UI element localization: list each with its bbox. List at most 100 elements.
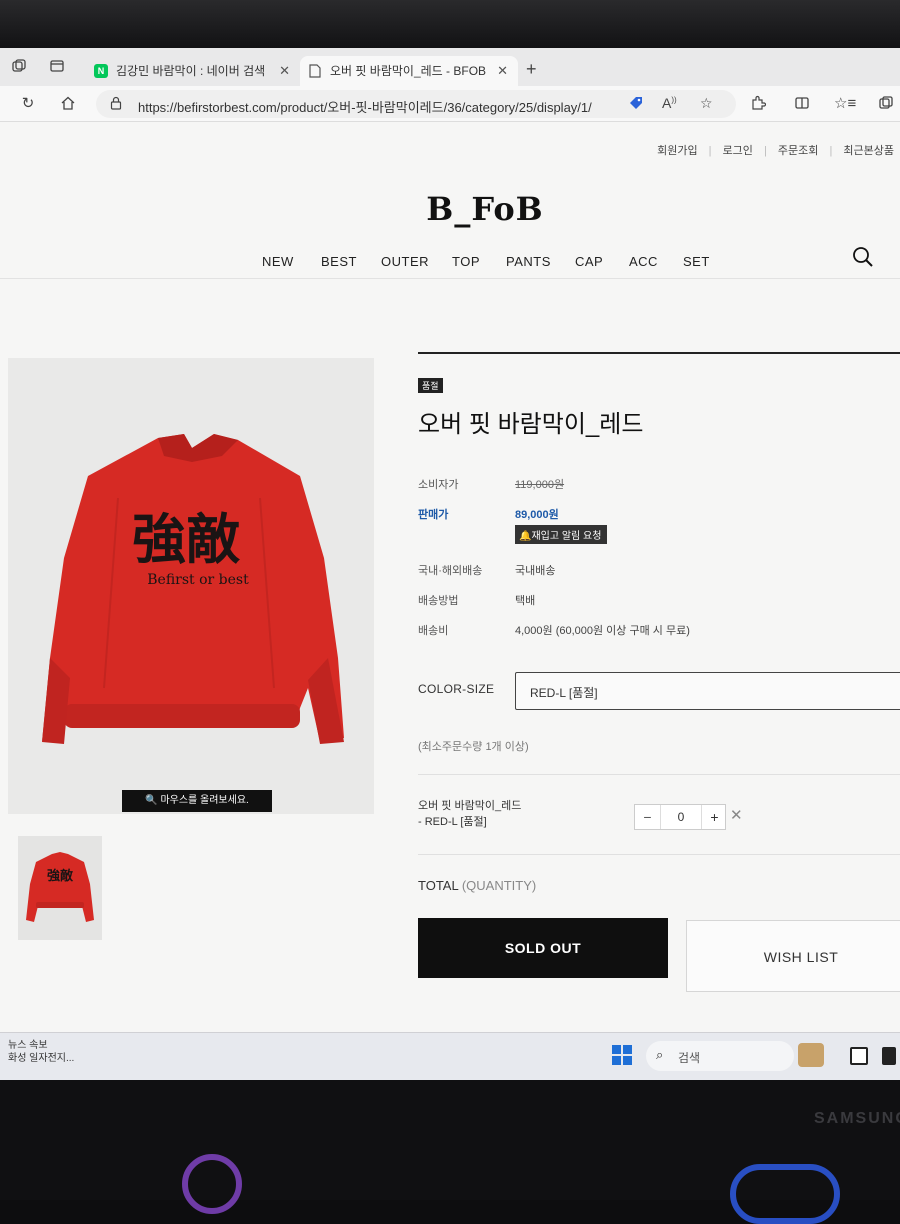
qty-decrease-button[interactable]: − bbox=[635, 805, 661, 829]
selected-option: RED-L [품절] bbox=[530, 686, 598, 700]
option-label: COLOR-SIZE bbox=[418, 682, 495, 696]
product-thumbnail[interactable]: 強敵 bbox=[18, 836, 102, 940]
browser-address-bar: ↻ https://befirstorbest.com/product/오버-핏… bbox=[0, 86, 900, 122]
nav-item-new[interactable]: NEW bbox=[262, 254, 294, 269]
favorites-icon[interactable]: ☆≡ bbox=[834, 95, 856, 113]
home-icon[interactable] bbox=[58, 95, 78, 116]
nav-item-top[interactable]: TOP bbox=[452, 254, 480, 269]
divider: | bbox=[764, 145, 767, 157]
product-main-image[interactable]: 強敵 Befirst or best bbox=[8, 358, 374, 814]
tab-title: 오버 핏 바람막이_레드 - BFOB bbox=[330, 64, 487, 78]
selected-item-option: - RED-L [품절] bbox=[418, 816, 487, 828]
news-widget[interactable]: 뉴스 속보 화성 일자전지... bbox=[8, 1039, 74, 1065]
read-aloud-icon[interactable]: A)) bbox=[662, 95, 677, 111]
favorite-star-icon[interactable]: ☆ bbox=[700, 95, 713, 112]
login-link[interactable]: 로그인 bbox=[723, 145, 753, 157]
shopping-tag-icon[interactable] bbox=[628, 95, 644, 114]
sold-out-button[interactable]: SOLD OUT bbox=[418, 918, 668, 978]
url-field[interactable]: https://befirstorbest.com/product/오버-핏-바… bbox=[96, 90, 736, 118]
rgb-light-blue bbox=[730, 1164, 840, 1224]
color-size-select[interactable]: RED-L [품절] bbox=[515, 672, 900, 710]
order-lookup-link[interactable]: 주문조회 bbox=[778, 145, 818, 157]
thumb-hanja-print: 強敵 bbox=[47, 868, 74, 884]
tab-bfob-product[interactable]: 오버 핏 바람막이_레드 - BFOB ✕ bbox=[300, 56, 518, 86]
wish-list-button[interactable]: WISH LIST bbox=[686, 920, 900, 992]
nav-item-pants[interactable]: PANTS bbox=[506, 254, 551, 269]
search-highlight-icon[interactable] bbox=[798, 1043, 824, 1067]
shipping-region-label: 국내·해외배송 bbox=[418, 565, 483, 577]
selected-item: 오버 핏 바람막이_레드 - RED-L [품절] bbox=[418, 798, 521, 830]
total-row: TOTAL (QUANTITY) bbox=[418, 878, 536, 893]
monitor-brand-logo: SAMSUNG bbox=[814, 1110, 900, 1127]
windows-start-icon[interactable] bbox=[612, 1045, 632, 1065]
new-tab-icon[interactable]: + bbox=[526, 60, 537, 78]
selected-item-name: 오버 핏 바람막이_레드 bbox=[418, 800, 522, 812]
nav-item-acc[interactable]: ACC bbox=[629, 254, 658, 269]
nav-item-cap[interactable]: CAP bbox=[575, 254, 603, 269]
site-logo[interactable]: B_FoB bbox=[0, 190, 900, 228]
divider: | bbox=[829, 145, 833, 157]
shipping-fee: 4,000원 (60,000원 이상 구매 시 무료) bbox=[515, 625, 690, 637]
shipping-method: 택배 bbox=[515, 595, 536, 607]
header-divider bbox=[0, 278, 900, 279]
browser-tab-bar: N 김강민 바람막이 : 네이버 검색 ✕ 오버 핏 바람막이_레드 - BFO… bbox=[0, 48, 900, 86]
close-tab-icon[interactable]: ✕ bbox=[497, 56, 508, 86]
nav-item-best[interactable]: BEST bbox=[321, 254, 357, 269]
zoom-hint: 🔍 마우스를 올려보세요. bbox=[122, 790, 272, 812]
info-top-border bbox=[418, 352, 900, 354]
magnifier-icon: 🔍 bbox=[145, 795, 158, 806]
rgb-light-purple bbox=[182, 1154, 242, 1214]
search-icon[interactable] bbox=[852, 246, 874, 268]
taskbar-search[interactable]: ⌕ 검색 bbox=[646, 1041, 794, 1071]
monitor-screen: N 김강민 바람막이 : 네이버 검색 ✕ 오버 핏 바람막이_레드 - BFO… bbox=[0, 48, 900, 1080]
tab-title: 김강민 바람막이 : 네이버 검색 bbox=[116, 64, 266, 78]
page-icon bbox=[308, 64, 322, 78]
collections-icon[interactable] bbox=[876, 95, 896, 116]
task-view-icon[interactable] bbox=[850, 1047, 868, 1065]
shipping-method-label: 배송방법 bbox=[418, 595, 459, 607]
top-utility-links: 회원가입 | 로그인 | 주문조회 | 최근본상품 bbox=[649, 142, 894, 158]
shipping-region: 국내배송 bbox=[515, 565, 556, 577]
split-screen-icon[interactable] bbox=[792, 95, 812, 116]
restock-alert-button[interactable]: 🔔재입고 알림 요청 bbox=[515, 525, 608, 544]
close-tab-icon[interactable]: ✕ bbox=[279, 56, 290, 86]
divider bbox=[418, 854, 900, 855]
nav-item-outer[interactable]: OUTER bbox=[381, 254, 429, 269]
divider bbox=[418, 774, 900, 775]
qty-increase-button[interactable]: + bbox=[701, 805, 727, 829]
remove-item-icon[interactable]: ✕ bbox=[730, 806, 743, 824]
taskbar: 뉴스 속보 화성 일자전지... ⌕ 검색 bbox=[0, 1032, 900, 1080]
tab-actions-icon[interactable] bbox=[48, 58, 66, 76]
signup-link[interactable]: 회원가입 bbox=[657, 145, 697, 157]
divider: | bbox=[708, 145, 712, 157]
product-title: 오버 핏 바람막이_레드 bbox=[418, 411, 644, 438]
workspaces-icon[interactable] bbox=[10, 58, 28, 76]
shipping-fee-label: 배송비 bbox=[418, 625, 449, 637]
sale-price-label: 판매가 bbox=[418, 509, 449, 521]
product-page: 회원가입 | 로그인 | 주문조회 | 최근본상품 B_FoB NEW BEST… bbox=[0, 122, 900, 1032]
bell-icon: 🔔 bbox=[519, 531, 532, 542]
min-order-note: (최소주문수량 1개 이상) bbox=[418, 741, 529, 753]
news-headline: 뉴스 속보 bbox=[8, 1040, 48, 1051]
lock-icon[interactable] bbox=[110, 96, 122, 110]
extensions-icon[interactable] bbox=[748, 95, 768, 116]
taskbar-search-label: 검색 bbox=[678, 1051, 701, 1065]
total-label: TOTAL bbox=[418, 878, 459, 893]
monitor-bottom-bezel: SAMSUNG bbox=[0, 1080, 900, 1224]
naver-icon: N bbox=[94, 64, 108, 78]
tab-naver-search[interactable]: N 김강민 바람막이 : 네이버 검색 ✕ bbox=[86, 56, 300, 86]
nav-item-set[interactable]: SET bbox=[683, 254, 710, 269]
refresh-icon[interactable]: ↻ bbox=[18, 95, 38, 113]
qty-value[interactable]: 0 bbox=[661, 805, 701, 829]
consumer-price: 119,000원 bbox=[515, 479, 565, 491]
soldout-badge: 품절 bbox=[418, 378, 443, 393]
consumer-price-label: 소비자가 bbox=[418, 479, 459, 491]
recent-products-link[interactable]: 최근본상품 bbox=[843, 145, 894, 157]
sale-price: 89,000원 bbox=[515, 509, 559, 521]
news-subline: 화성 일자전지... bbox=[8, 1053, 75, 1064]
zoom-hint-text: 마우스를 올려보세요. bbox=[160, 795, 249, 806]
restock-label: 재입고 알림 요청 bbox=[531, 531, 602, 542]
app-icon[interactable] bbox=[882, 1047, 896, 1065]
url-text: https://befirstorbest.com/product/오버-핏-바… bbox=[138, 100, 592, 115]
total-quantity-label: (QUANTITY) bbox=[461, 878, 537, 893]
